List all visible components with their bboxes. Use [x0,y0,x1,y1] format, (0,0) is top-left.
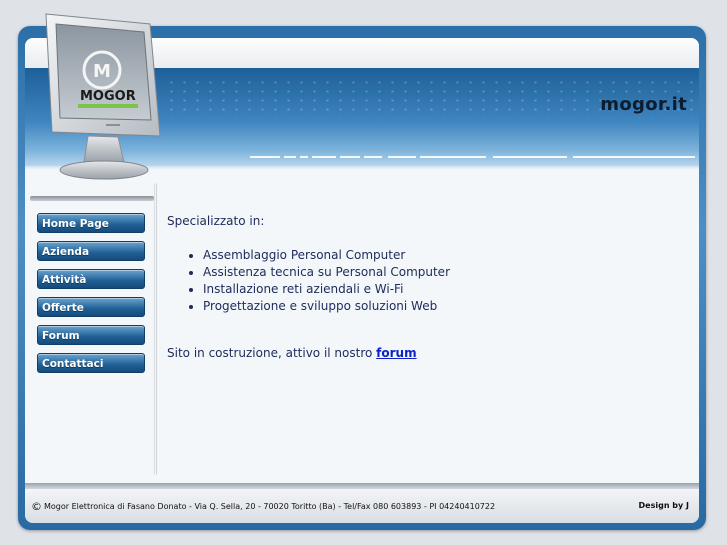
construction-note: Sito in costruzione, attivo il nostro fo… [167,346,687,360]
intro-text: Specializzato in: [167,214,265,228]
header-decor-lines [250,156,695,162]
footer: © Mogor Elettronica di Fasano Donato - Vi… [25,489,699,523]
nav-offerte[interactable]: Offerte [37,297,145,317]
sidebar-top-bar [30,196,154,201]
copyright-icon: © [31,500,42,513]
services-list: Assemblaggio Personal Computer Assistenz… [167,248,687,313]
nav-forum[interactable]: Forum [37,325,145,345]
nav-attivita[interactable]: Attività [37,269,145,289]
design-credit: Design by J [638,501,689,510]
note-text: Sito in costruzione, attivo il nostro [167,346,377,360]
monitor-logo-icon: M MOGOR [40,12,165,187]
svg-text:M: M [93,61,111,82]
list-item: Installazione reti aziendali e Wi-Fi [203,282,687,296]
nav-home-page[interactable]: Home Page [37,213,145,233]
nav-contattaci[interactable]: Contattaci [37,353,145,373]
list-item: Progettazione e sviluppo soluzioni Web [203,299,687,313]
list-item: Assistenza tecnica su Personal Computer [203,265,687,279]
sidebar-divider [154,183,157,475]
list-item: Assemblaggio Personal Computer [203,248,687,262]
logo-text: MOGOR [80,89,136,104]
nav-azienda[interactable]: Azienda [37,241,145,261]
forum-link[interactable]: forum [376,346,416,360]
main-content: Specializzato in: Assemblaggio Personal … [167,214,687,360]
site-title: mogor.it [600,94,687,115]
footer-copyright: © Mogor Elettronica di Fasano Donato - Vi… [31,500,495,513]
footer-address: Mogor Elettronica di Fasano Donato - Via… [44,502,496,511]
